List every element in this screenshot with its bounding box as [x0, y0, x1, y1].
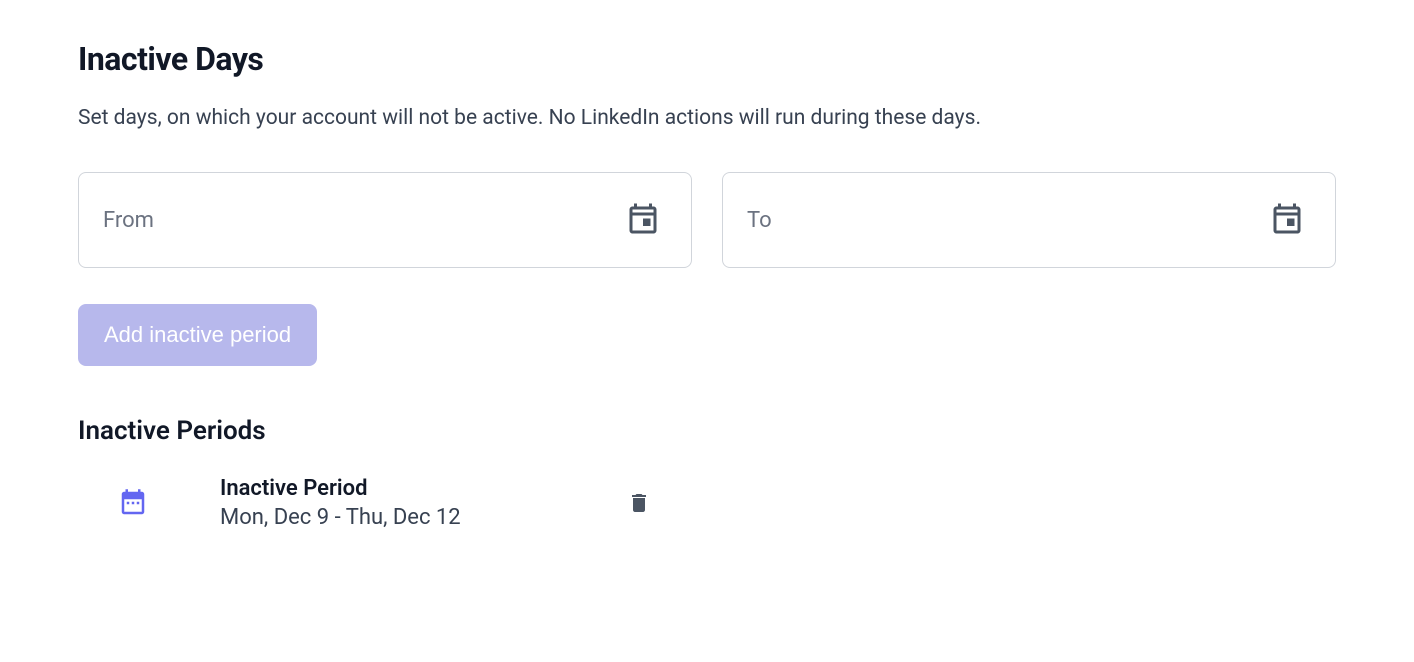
calendar-range-icon	[118, 488, 148, 518]
to-calendar-button[interactable]	[1263, 196, 1311, 244]
from-date-field[interactable]: From	[78, 172, 692, 268]
date-fields-row: From To	[78, 172, 1336, 268]
delete-period-button[interactable]	[621, 483, 657, 523]
page-title: Inactive Days	[78, 40, 1336, 78]
to-date-label: To	[747, 208, 1263, 233]
inactive-period-range: Mon, Dec 9 - Thu, Dec 12	[220, 505, 461, 530]
to-date-field[interactable]: To	[722, 172, 1336, 268]
calendar-icon	[625, 202, 661, 238]
from-date-label: From	[103, 208, 619, 233]
inactive-period-label: Inactive Period	[220, 476, 461, 501]
calendar-icon	[1269, 202, 1305, 238]
trash-icon	[627, 489, 651, 517]
inactive-period-row: Inactive Period Mon, Dec 9 - Thu, Dec 12	[78, 476, 1336, 530]
from-calendar-button[interactable]	[619, 196, 667, 244]
page-description: Set days, on which your account will not…	[78, 106, 1336, 130]
inactive-period-text: Inactive Period Mon, Dec 9 - Thu, Dec 12	[220, 476, 461, 530]
add-inactive-period-button[interactable]: Add inactive period	[78, 304, 317, 366]
inactive-periods-title: Inactive Periods	[78, 416, 1336, 446]
